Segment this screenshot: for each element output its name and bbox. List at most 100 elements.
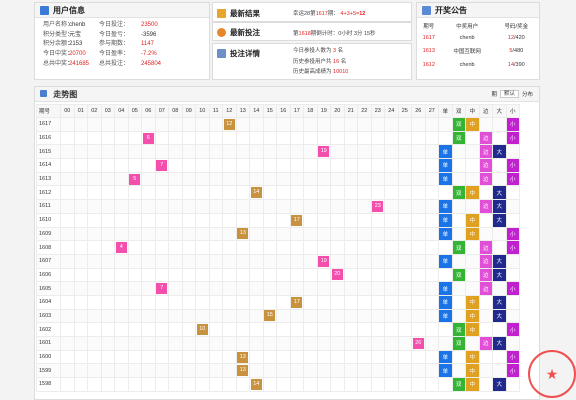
trend-cell <box>370 144 385 160</box>
trend-cell <box>411 171 426 187</box>
trend-cell: 7 <box>154 158 169 173</box>
trend-cell <box>181 253 196 269</box>
trend-cell <box>73 281 88 296</box>
trend-cell: 15 <box>262 308 277 324</box>
trend-cell <box>235 267 250 283</box>
trend-cell <box>397 267 412 283</box>
trend-ball: 19 <box>318 146 330 158</box>
trend-odd-cell: 单 <box>438 363 453 379</box>
trend-cell <box>100 363 115 379</box>
trend-cell <box>370 377 385 392</box>
announcement-row: 1613 中国互联网 5/480 <box>417 45 539 59</box>
trend-cell <box>357 281 372 296</box>
trend-edge-label: 边 <box>482 163 489 170</box>
trend-cell <box>424 158 439 173</box>
trend-cell <box>195 377 210 392</box>
user-info-label: 用户名称： <box>43 22 74 28</box>
trend-small-cell: 小 <box>505 363 520 379</box>
trend-odd-cell <box>438 130 453 146</box>
trend-cell <box>114 130 129 146</box>
trend-odd-label: 单 <box>442 149 448 156</box>
trend-cell <box>235 294 250 310</box>
user-info-grid: 用户名称： chenb 今日投注： 23500 积分类型： 元宝 今日盈亏： -3596 积分余… <box>35 18 209 69</box>
user-info-label: 今日中奖： <box>43 51 74 58</box>
trend-mid-cell: 中 <box>465 349 480 365</box>
trend-cell <box>60 226 75 242</box>
announcement-user: 中国互联网 <box>453 49 481 56</box>
trend-cell <box>370 336 385 351</box>
trend-cell <box>303 171 318 187</box>
trend-cell <box>208 253 223 269</box>
trend-edge-label: 边 <box>482 149 489 156</box>
trend-cell <box>276 322 291 337</box>
trend-cell <box>127 267 142 283</box>
trend-big-cell: 大 <box>492 377 507 392</box>
trend-cell: 13 <box>235 226 250 242</box>
trend-cell <box>222 199 237 214</box>
trend-cell <box>87 144 102 160</box>
trend-cell <box>303 226 318 242</box>
trend-cell <box>114 267 129 283</box>
trend-mid-label: 中 <box>469 382 475 389</box>
trend-cell <box>87 212 102 228</box>
trend-col-header: 23 <box>370 104 385 118</box>
trend-period: 1617 <box>36 117 61 132</box>
period-select[interactable]: 默认 <box>499 90 519 98</box>
trend-cell <box>127 281 142 296</box>
trend-cell <box>127 226 142 242</box>
trend-cell: 10 <box>195 322 210 337</box>
user-info-value: chenb <box>69 22 86 28</box>
period-count-label: 期 <box>491 92 497 98</box>
trend-cell <box>235 212 250 228</box>
trend-cell <box>424 144 439 160</box>
trend-even-cell: 双 <box>451 117 466 132</box>
trend-odd-label: 单 <box>442 177 448 184</box>
trend-cell <box>100 240 115 255</box>
trend-cell <box>60 158 75 173</box>
alarm-clock-icon <box>217 28 226 37</box>
trend-even-cell <box>451 226 466 242</box>
trend-cell <box>114 253 129 269</box>
trend-small-cell: 小 <box>505 158 520 173</box>
announcement-period: 1617 <box>422 34 435 41</box>
trend-small-cell <box>505 144 520 160</box>
trend-cell <box>330 117 345 132</box>
trend-cell <box>168 212 183 228</box>
trend-cell <box>195 240 210 255</box>
user-info-value: 1147 <box>141 41 154 48</box>
trend-row: 1614 7 单 边 小 <box>36 158 520 173</box>
trend-cell <box>262 240 277 255</box>
trend-cell <box>370 294 385 310</box>
announcement-header-cell: 中奖用户 <box>456 24 479 30</box>
trend-cell <box>411 267 426 283</box>
trend-ball: 7 <box>156 159 168 171</box>
trend-cell <box>289 185 304 201</box>
trend-cell <box>330 240 345 255</box>
trend-big-label: 大 <box>496 149 502 156</box>
trend-mid-cell: 中 <box>465 308 480 324</box>
dist-label[interactable]: 分布 <box>522 90 533 98</box>
trend-cell <box>181 158 196 173</box>
trend-cell <box>357 336 372 351</box>
trend-cell <box>168 336 183 351</box>
trend-cell <box>73 349 88 365</box>
trend-ball: 12 <box>223 118 235 130</box>
trend-period: 1606 <box>36 267 61 283</box>
trend-cell <box>114 336 129 351</box>
trend-period: 1613 <box>36 171 61 187</box>
trend-cell <box>289 336 304 351</box>
trend-col-header: 02 <box>87 104 102 118</box>
trend-cell <box>235 171 250 187</box>
trend-cell <box>316 294 331 310</box>
trend-cell <box>289 322 304 337</box>
trend-ball: 13 <box>237 228 249 240</box>
trend-cell <box>141 171 156 187</box>
trend-cell <box>384 253 399 269</box>
trend-cell <box>114 199 129 214</box>
trend-cell <box>154 308 169 324</box>
trend-cell <box>195 349 210 365</box>
trend-cell <box>262 212 277 228</box>
trend-edge-label: 边 <box>482 177 489 184</box>
trend-cell: 14 <box>249 377 264 392</box>
trend-cell <box>235 130 250 146</box>
